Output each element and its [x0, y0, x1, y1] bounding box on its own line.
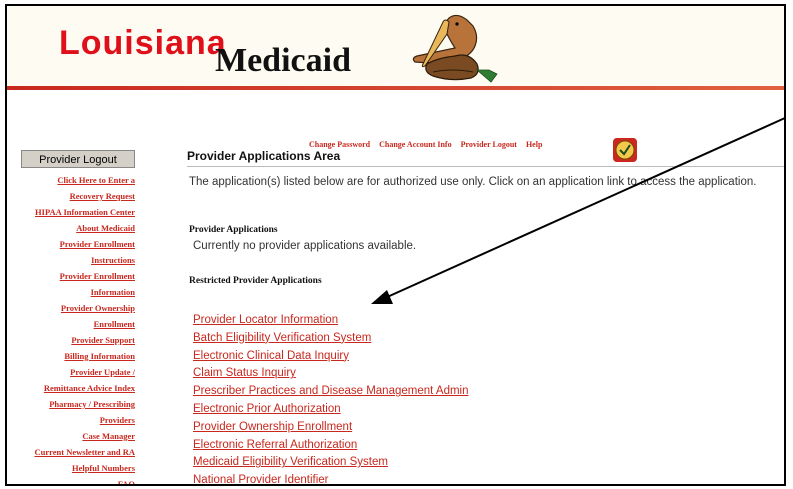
logo-subtitle: Medicaid	[215, 42, 351, 79]
restricted-apps-list: Provider Locator Information Batch Eligi…	[193, 312, 469, 484]
pelican-logo-icon	[412, 14, 498, 83]
help-link[interactable]: Help	[526, 140, 542, 149]
sidebar-link[interactable]: Remittance Advice Index	[7, 380, 137, 396]
sidebar-link[interactable]: Provider Support	[7, 332, 137, 348]
provider-logout-link[interactable]: Provider Logout	[461, 140, 517, 149]
sidebar-link[interactable]: Billing Information	[7, 348, 137, 364]
change-password-link[interactable]: Change Password	[309, 140, 370, 149]
sidebar-link[interactable]: Helpful Numbers	[7, 460, 137, 476]
sidebar-link[interactable]: Providers	[7, 412, 137, 428]
logo-wordmark: Louisiana	[59, 24, 227, 62]
sidebar-link[interactable]: Provider Ownership	[7, 300, 137, 316]
app-link-prior-authorization[interactable]: Electronic Prior Authorization	[193, 401, 469, 419]
app-link-claim-status[interactable]: Claim Status Inquiry	[193, 365, 469, 383]
sidebar-link[interactable]: HIPAA Information Center	[7, 204, 137, 220]
app-link-eligibility-verification[interactable]: Medicaid Eligibility Verification System	[193, 454, 469, 472]
title-divider	[187, 166, 784, 167]
change-account-info-link[interactable]: Change Account Info	[379, 140, 451, 149]
help-badge-icon[interactable]	[613, 138, 637, 162]
sidebar-link[interactable]: Information	[7, 284, 137, 300]
main-content: Provider Logout Click Here to Enter a Re…	[7, 90, 784, 484]
sidebar-link[interactable]: Provider Update /	[7, 364, 137, 380]
app-link-clinical-data[interactable]: Electronic Clinical Data Inquiry	[193, 348, 469, 366]
app-link-prescriber-practices[interactable]: Prescriber Practices and Disease Managem…	[193, 383, 469, 401]
top-nav-links: Change Password Change Account Info Prov…	[309, 140, 549, 149]
app-link-referral-authorization[interactable]: Electronic Referral Authorization	[193, 437, 469, 455]
sidebar-link[interactable]: Current Newsletter and RA	[7, 444, 137, 460]
no-apps-message: Currently no provider applications avail…	[193, 240, 417, 252]
sidebar-link[interactable]: Recovery Request	[7, 188, 137, 204]
app-link-provider-locator[interactable]: Provider Locator Information	[193, 312, 469, 330]
sidebar-link[interactable]: FAQ	[7, 476, 137, 484]
app-link-ownership-enrollment[interactable]: Provider Ownership Enrollment	[193, 419, 469, 437]
app-link-npi[interactable]: National Provider Identifier	[193, 472, 469, 484]
sidebar-link[interactable]: Click Here to Enter a	[7, 172, 137, 188]
restricted-apps-heading: Restricted Provider Applications	[189, 276, 322, 286]
sidebar-link[interactable]: Instructions	[7, 252, 137, 268]
sidebar-link[interactable]: About Medicaid	[7, 220, 137, 236]
app-link-batch-eligibility[interactable]: Batch Eligibility Verification System	[193, 330, 469, 348]
sidebar-link[interactable]: Pharmacy / Prescribing	[7, 396, 137, 412]
sidebar-link[interactable]: Case Manager	[7, 428, 137, 444]
sidebar-link[interactable]: Enrollment	[7, 316, 137, 332]
intro-text: The application(s) listed below are for …	[189, 176, 757, 188]
site-header: Louisiana Medicaid	[7, 6, 784, 90]
page-title: Provider Applications Area	[187, 149, 341, 163]
provider-logout-button[interactable]: Provider Logout	[21, 150, 135, 168]
sidebar-link[interactable]: Provider Enrollment	[7, 236, 137, 252]
provider-apps-heading: Provider Applications	[189, 225, 278, 235]
sidebar-link[interactable]: Provider Enrollment	[7, 268, 137, 284]
page-frame: Louisiana Medicaid Provider Logout Click…	[5, 4, 786, 486]
sidebar-links: Click Here to Enter a Recovery Request H…	[7, 172, 137, 484]
